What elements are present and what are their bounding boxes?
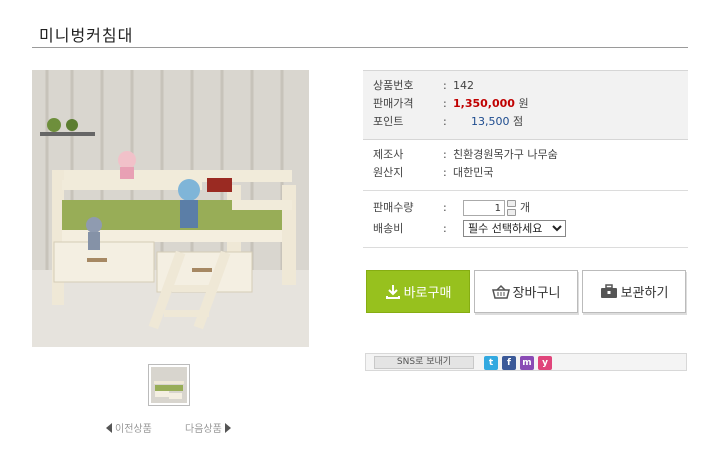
qty-label: 판매수량 — [373, 201, 414, 214]
shipping-select[interactable]: 필수 선택하세요 — [463, 220, 566, 237]
buy-now-button[interactable]: 바로구매 — [366, 270, 470, 313]
twitter-icon[interactable]: t — [484, 356, 498, 370]
colon: : — [443, 148, 447, 161]
product-summary: 상품번호 : 142 판매가격 : 1,350,000 원 포인트 : 13,5… — [363, 70, 688, 140]
sns-share-bar: SNS로 보내기 t f m y — [365, 353, 687, 371]
point-label: 포인트 — [373, 115, 404, 128]
shipping-label: 배송비 — [373, 222, 404, 235]
download-icon — [385, 284, 400, 299]
colon: : — [443, 222, 447, 235]
maker-label: 제조사 — [373, 148, 404, 161]
next-product-label: 다음상품 — [185, 424, 222, 435]
sns-label: SNS로 보내기 — [374, 356, 474, 369]
origin-value: 대한민국 — [453, 166, 494, 179]
page-title: 미니벙커침대 — [39, 26, 134, 45]
product-thumbnail[interactable] — [148, 364, 190, 406]
wishlist-button[interactable]: 보관하기 — [582, 270, 686, 313]
next-product-link[interactable]: 다음상품 — [185, 420, 231, 435]
product-code-label: 상품번호 — [373, 79, 414, 92]
product-code-value: 142 — [453, 79, 474, 92]
cart-button[interactable]: 장바구니 — [474, 270, 578, 313]
shipping-row: 배송비 : 필수 선택하세요 — [373, 220, 673, 237]
qty-up-button[interactable] — [507, 200, 516, 207]
qty-down-button[interactable] — [507, 209, 516, 216]
title-divider — [32, 47, 688, 48]
price-label: 판매가격 — [373, 97, 414, 110]
triangle-right-icon — [224, 422, 231, 433]
me2day-icon[interactable]: m — [520, 356, 534, 370]
colon: : — [443, 166, 447, 179]
triangle-left-icon — [106, 422, 112, 433]
wishlist-label: 보관하기 — [620, 286, 669, 301]
buy-now-label: 바로구매 — [403, 286, 452, 301]
qty-unit: 개 — [520, 201, 531, 214]
cart-label: 장바구니 — [512, 286, 561, 301]
prev-product-link[interactable]: 이전상품 — [106, 420, 152, 435]
qty-stepper[interactable] — [507, 200, 516, 216]
product-image — [32, 70, 309, 347]
colon: : — [443, 97, 447, 110]
maker-value: 친환경원목가구 나무숨 — [453, 148, 558, 161]
briefcase-icon — [600, 283, 617, 298]
qty-input[interactable] — [463, 200, 505, 216]
prev-product-label: 이전상품 — [115, 424, 152, 435]
colon: : — [443, 201, 447, 214]
colon: : — [443, 79, 447, 92]
yozm-icon[interactable]: y — [538, 356, 552, 370]
facebook-icon[interactable]: f — [502, 356, 516, 370]
product-origin-block: 제조사 : 친환경원목가구 나무숨 원산지 : 대한민국 — [363, 140, 688, 190]
point-unit: 점 — [513, 115, 524, 128]
basket-icon — [491, 284, 510, 299]
order-options-block: 판매수량 : 개 배송비 : 필수 선택하세요 — [363, 191, 688, 247]
divider — [363, 247, 688, 248]
point-value: 13,500 — [471, 115, 510, 128]
price-value: 1,350,000 — [453, 97, 515, 110]
price-unit: 원 — [518, 97, 529, 110]
origin-label: 원산지 — [373, 166, 404, 179]
qty-row: 판매수량 : 개 — [373, 200, 673, 216]
colon: : — [443, 115, 447, 128]
